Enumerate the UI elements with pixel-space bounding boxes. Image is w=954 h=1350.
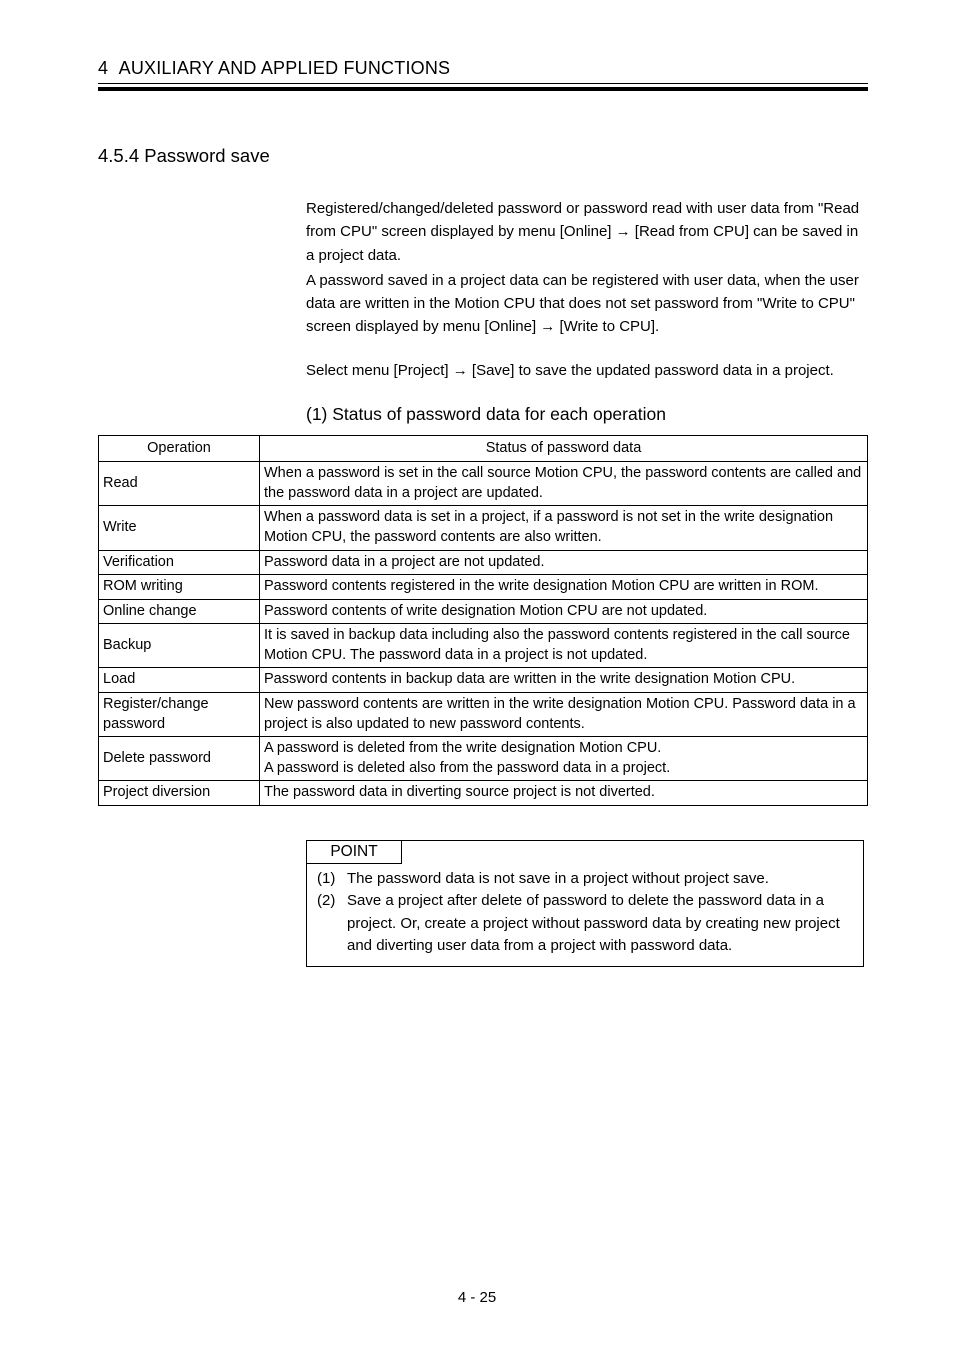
cell-operation: Backup xyxy=(99,624,260,668)
section-heading: Password save xyxy=(144,145,269,166)
point-box: POINT (1) The password data is not save … xyxy=(306,840,864,967)
point-item-text: Save a project after delete of password … xyxy=(347,890,853,958)
cell-operation: ROM writing xyxy=(99,575,260,600)
table-row: ROM writing Password contents registered… xyxy=(99,575,868,600)
cell-status: Password contents of write designation M… xyxy=(260,599,868,624)
cell-status: Password data in a project are not updat… xyxy=(260,550,868,575)
paragraph-3: Select menu [Project] → [Save] to save t… xyxy=(306,359,864,382)
table-row: Write When a password data is set in a p… xyxy=(99,506,868,550)
password-status-table: Operation Status of password data Read W… xyxy=(98,435,868,806)
point-label: POINT xyxy=(307,841,402,864)
point-tab-row: POINT xyxy=(307,841,863,864)
divider-thick xyxy=(98,87,868,91)
cell-status: The password data in diverting source pr… xyxy=(260,781,868,806)
table-row: Read When a password is set in the call … xyxy=(99,462,868,506)
chapter-header: 4 AUXILIARY AND APPLIED FUNCTIONS xyxy=(98,58,868,79)
table-subhead: (1) Status of password data for each ope… xyxy=(306,404,868,425)
cell-status: When a password data is set in a project… xyxy=(260,506,868,550)
chapter-number: 4 xyxy=(98,58,108,78)
cell-status: New password contents are written in the… xyxy=(260,692,868,736)
point-item-number: (2) xyxy=(317,890,347,958)
cell-operation: Delete password xyxy=(99,737,260,781)
cell-status: When a password is set in the call sourc… xyxy=(260,462,868,506)
cell-operation: Write xyxy=(99,506,260,550)
table-header-row: Operation Status of password data xyxy=(99,435,868,462)
divider-thin xyxy=(98,83,868,84)
cell-operation: Load xyxy=(99,668,260,693)
cell-operation: Project diversion xyxy=(99,781,260,806)
page: 4 AUXILIARY AND APPLIED FUNCTIONS 4.5.4 … xyxy=(0,0,954,1350)
table-row: Delete password A password is deleted fr… xyxy=(99,737,868,781)
col-header-operation: Operation xyxy=(99,435,260,462)
table-row: Backup It is saved in backup data includ… xyxy=(99,624,868,668)
cell-status: A password is deleted from the write des… xyxy=(260,737,868,781)
paragraph-2: A password saved in a project data can b… xyxy=(306,269,864,339)
cell-status: It is saved in backup data including als… xyxy=(260,624,868,668)
cell-status: Password contents in backup data are wri… xyxy=(260,668,868,693)
cell-operation: Online change xyxy=(99,599,260,624)
table-row: Register/change password New password co… xyxy=(99,692,868,736)
section-title: 4.5.4 Password save xyxy=(98,145,868,167)
point-item: (2) Save a project after delete of passw… xyxy=(317,890,853,958)
page-number: 4 - 25 xyxy=(0,1289,954,1306)
point-item-text: The password data is not save in a proje… xyxy=(347,868,853,891)
section-number: 4.5.4 xyxy=(98,145,139,166)
point-content: (1) The password data is not save in a p… xyxy=(307,864,863,966)
paragraph-1: Registered/changed/deleted password or p… xyxy=(306,197,864,267)
table-row: Load Password contents in backup data ar… xyxy=(99,668,868,693)
chapter-title: AUXILIARY AND APPLIED FUNCTIONS xyxy=(119,58,451,78)
table-row: Project diversion The password data in d… xyxy=(99,781,868,806)
cell-operation: Register/change password xyxy=(99,692,260,736)
point-item: (1) The password data is not save in a p… xyxy=(317,868,853,891)
cell-operation: Verification xyxy=(99,550,260,575)
table-row: Verification Password data in a project … xyxy=(99,550,868,575)
point-item-number: (1) xyxy=(317,868,347,891)
body-text-block: Registered/changed/deleted password or p… xyxy=(306,197,864,382)
table-row: Online change Password contents of write… xyxy=(99,599,868,624)
cell-operation: Read xyxy=(99,462,260,506)
col-header-status: Status of password data xyxy=(260,435,868,462)
cell-status: Password contents registered in the writ… xyxy=(260,575,868,600)
